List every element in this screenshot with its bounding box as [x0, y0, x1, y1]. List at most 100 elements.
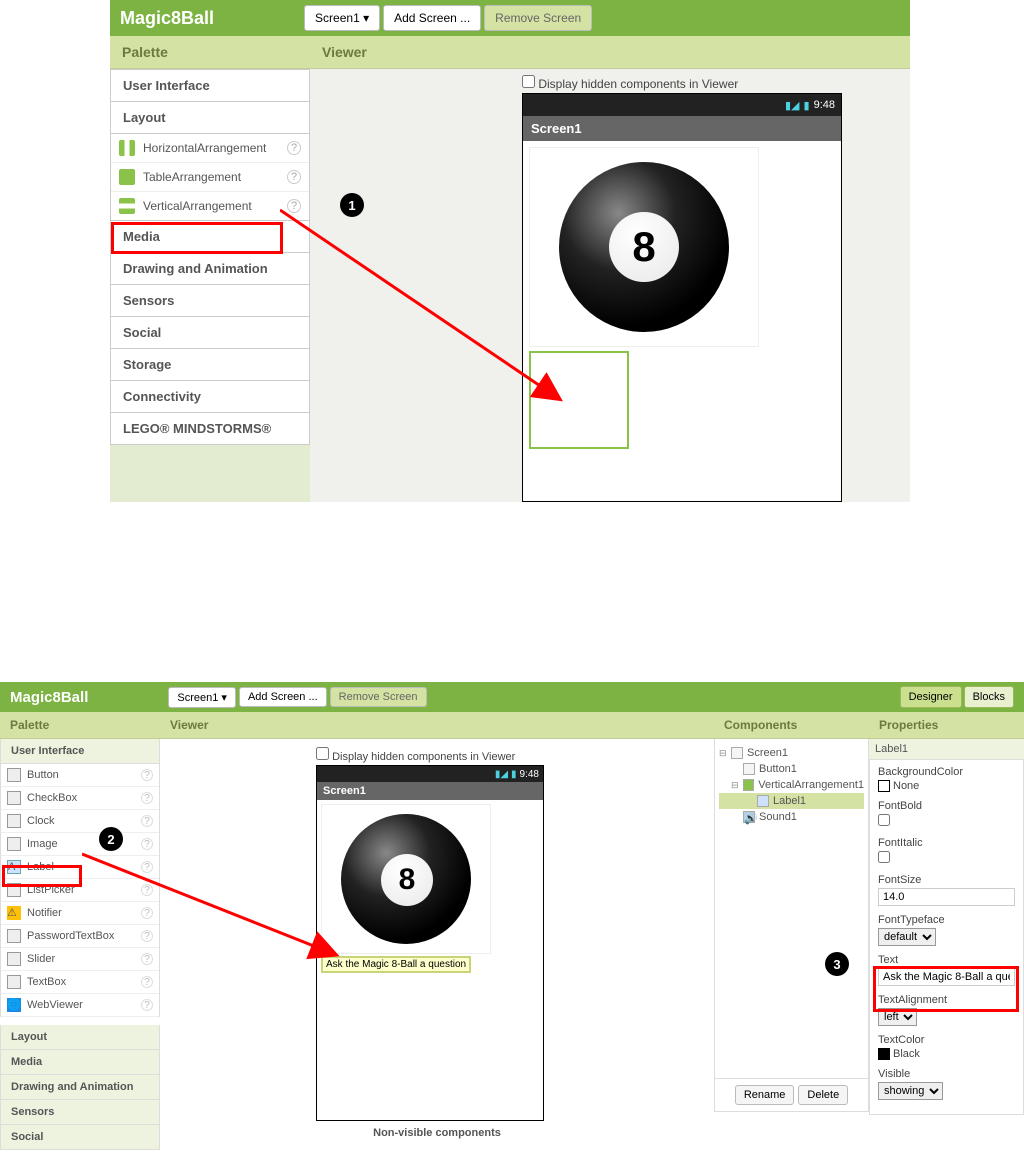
palette-item-textbox[interactable]: TextBox?	[1, 971, 159, 994]
prop-text-input[interactable]	[878, 968, 1015, 986]
palette-item-table-arrangement[interactable]: TableArrangement ?	[111, 163, 309, 192]
tree-item-screen1[interactable]: Screen1	[747, 747, 788, 759]
help-icon[interactable]: ?	[141, 769, 153, 781]
help-icon[interactable]: ?	[141, 976, 153, 988]
palette-item-notifier[interactable]: ⚠Notifier?	[1, 902, 159, 925]
palette-cat-storage[interactable]: Storage	[110, 349, 310, 381]
palette-cat-sensors[interactable]: Sensors	[110, 285, 310, 317]
help-icon[interactable]: ?	[141, 999, 153, 1011]
help-icon[interactable]: ?	[141, 953, 153, 965]
help-icon[interactable]: ?	[141, 838, 153, 850]
palette-cat-connectivity[interactable]: Connectivity	[110, 381, 310, 413]
remove-screen-button[interactable]: Remove Screen	[330, 687, 427, 707]
item-label: VerticalArrangement	[143, 199, 252, 213]
palette-item-horizontal-arrangement[interactable]: HorizontalArrangement ?	[111, 134, 309, 163]
remove-screen-button[interactable]: Remove Screen	[484, 5, 592, 31]
help-icon[interactable]: ?	[287, 170, 301, 184]
palette-item-label[interactable]: ALabel?	[1, 856, 159, 879]
prop-fontitalic-checkbox[interactable]	[878, 851, 890, 863]
prop-fontbold-checkbox[interactable]	[878, 814, 890, 826]
palette-item-clock[interactable]: Clock?	[1, 810, 159, 833]
item-label: Label	[27, 861, 54, 873]
prop-textcolor-value[interactable]: Black	[878, 1048, 1015, 1060]
tree-item-button1[interactable]: Button1	[759, 763, 797, 775]
prop-textalignment-select[interactable]: left	[878, 1008, 917, 1026]
vertical-arrangement-drop-target[interactable]	[529, 351, 629, 449]
palette-cat-social[interactable]: Social	[0, 1125, 160, 1150]
tree-item-label1[interactable]: Label1	[773, 795, 806, 807]
prop-visible-select[interactable]: showing	[878, 1082, 943, 1100]
help-icon[interactable]: ?	[141, 792, 153, 804]
prop-fontsize-input[interactable]	[878, 888, 1015, 906]
palette-cat-lego[interactable]: LEGO® MINDSTORMS®	[110, 413, 310, 445]
annotation-number-3: 3	[825, 952, 849, 976]
palette-item-button[interactable]: Button?	[1, 764, 159, 787]
display-hidden-checkbox[interactable]	[522, 75, 535, 88]
help-icon[interactable]: ?	[287, 141, 301, 155]
palette-item-image[interactable]: Image?	[1, 833, 159, 856]
rename-button[interactable]: Rename	[735, 1085, 795, 1105]
palette-item-webviewer[interactable]: 🌐WebViewer?	[1, 994, 159, 1017]
phone-canvas[interactable]: 8	[523, 141, 841, 501]
password-icon	[7, 929, 21, 943]
add-screen-button[interactable]: Add Screen ...	[383, 5, 481, 31]
collapse-icon[interactable]: ⊟	[719, 748, 729, 759]
app-title: Magic8Ball	[120, 8, 214, 29]
palette-item-listpicker[interactable]: ListPicker?	[1, 879, 159, 902]
phone-preview: ▮◢ ▮ 9:48 Screen1 8 Ask the Magic 8-Ball…	[316, 765, 544, 1121]
label1-in-preview[interactable]: Ask the Magic 8-Ball a question	[321, 956, 471, 973]
battery-icon: ▮	[511, 769, 517, 780]
item-label: PasswordTextBox	[27, 930, 114, 942]
palette-item-slider[interactable]: Slider?	[1, 948, 159, 971]
palette-cat-media[interactable]: Media	[110, 221, 310, 253]
prop-backgroundcolor-value[interactable]: None	[878, 780, 1015, 792]
phone-preview: ▮◢ ▮ 9:48 Screen1 8	[522, 93, 842, 502]
palette-cat-ui[interactable]: User Interface	[0, 739, 160, 764]
help-icon[interactable]: ?	[141, 884, 153, 896]
palette-cat-sensors[interactable]: Sensors	[0, 1100, 160, 1125]
button1-image[interactable]: 8	[529, 147, 759, 347]
item-label: Notifier	[27, 907, 62, 919]
non-visible-components-label: Non-visible components	[160, 1127, 714, 1139]
help-icon[interactable]: ?	[141, 930, 153, 942]
help-icon[interactable]: ?	[141, 907, 153, 919]
sound-icon: 🔊	[743, 811, 755, 823]
palette-cat-social[interactable]: Social	[110, 317, 310, 349]
phone-canvas[interactable]: 8 Ask the Magic 8-Ball a question	[317, 800, 543, 1120]
help-icon[interactable]: ?	[141, 815, 153, 827]
prop-fonttypeface-select[interactable]: default	[878, 928, 936, 946]
item-label: WebViewer	[27, 999, 83, 1011]
phone-status-bar: ▮◢ ▮ 9:48	[523, 94, 841, 116]
palette-cat-ui[interactable]: User Interface	[110, 69, 310, 102]
annotation-number-1: 1	[340, 193, 364, 217]
palette-cat-layout[interactable]: Layout	[110, 102, 310, 134]
designer-tab[interactable]: Designer	[900, 686, 962, 708]
screen-dropdown[interactable]: Screen1 ▾	[168, 687, 236, 708]
help-icon[interactable]: ?	[141, 861, 153, 873]
tree-item-sound1[interactable]: Sound1	[759, 811, 797, 823]
component-tree[interactable]: ⊟ Screen1 Button1 ⊟ VerticalArrangement1 L…	[714, 739, 869, 1079]
blocks-tab[interactable]: Blocks	[964, 686, 1014, 708]
display-hidden-checkbox[interactable]	[316, 747, 329, 760]
palette-cat-drawing[interactable]: Drawing and Animation	[110, 253, 310, 285]
delete-button[interactable]: Delete	[798, 1085, 848, 1105]
button1-image[interactable]: 8	[321, 804, 491, 954]
viewer-header: Viewer	[160, 712, 714, 739]
tree-item-va1[interactable]: VerticalArrangement1	[758, 779, 864, 791]
prop-text-label: Text	[878, 954, 1015, 966]
palette-cat-media[interactable]: Media	[0, 1050, 160, 1075]
item-label: Image	[27, 838, 58, 850]
palette-cat-drawing[interactable]: Drawing and Animation	[0, 1075, 160, 1100]
add-screen-button[interactable]: Add Screen ...	[239, 687, 327, 707]
help-icon[interactable]: ?	[287, 199, 301, 213]
color-swatch-black	[878, 1048, 890, 1060]
collapse-icon[interactable]: ⊟	[731, 780, 741, 791]
palette-cat-layout[interactable]: Layout	[0, 1025, 160, 1050]
item-label: Button	[27, 769, 59, 781]
palette-item-vertical-arrangement[interactable]: VerticalArrangement ?	[111, 192, 309, 220]
palette-item-passwordtextbox[interactable]: PasswordTextBox?	[1, 925, 159, 948]
wifi-icon: ▮◢	[785, 99, 800, 112]
screen-dropdown[interactable]: Screen1 ▾	[304, 5, 380, 31]
eight-ball-image: 8	[341, 814, 471, 944]
palette-item-checkbox[interactable]: CheckBox?	[1, 787, 159, 810]
